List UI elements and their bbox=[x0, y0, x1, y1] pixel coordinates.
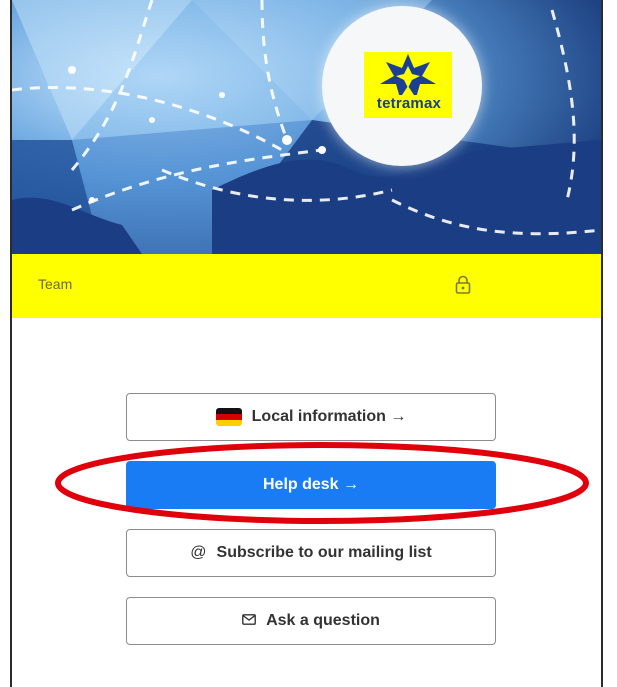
subscribe-mailing-list-button[interactable]: @ Subscribe to our mailing list bbox=[126, 529, 496, 577]
local-information-label: Local information → bbox=[251, 408, 407, 425]
ask-question-label: Ask a question bbox=[266, 612, 380, 629]
lock-icon[interactable] bbox=[455, 275, 471, 300]
subscribe-label: Subscribe to our mailing list bbox=[216, 544, 432, 561]
network-map-image bbox=[12, 0, 601, 254]
flag-de-icon bbox=[215, 408, 242, 426]
highlight-ellipse bbox=[55, 442, 589, 524]
team-label: Team bbox=[38, 276, 73, 292]
envelope-icon bbox=[242, 612, 256, 630]
team-bar: Team bbox=[12, 254, 601, 318]
hero-banner: tetramax bbox=[12, 0, 601, 254]
tetramax-logo: tetramax bbox=[364, 52, 452, 118]
local-information-button[interactable]: Local information → bbox=[126, 393, 496, 441]
logo-wordmark: tetramax bbox=[366, 95, 452, 112]
page-panel: tetramax Team Local information → Help d… bbox=[10, 0, 603, 687]
at-icon: @ bbox=[190, 544, 207, 561]
logo-badge: tetramax bbox=[322, 6, 482, 166]
star-logo-icon bbox=[380, 54, 436, 98]
ask-question-button[interactable]: Ask a question bbox=[126, 597, 496, 645]
